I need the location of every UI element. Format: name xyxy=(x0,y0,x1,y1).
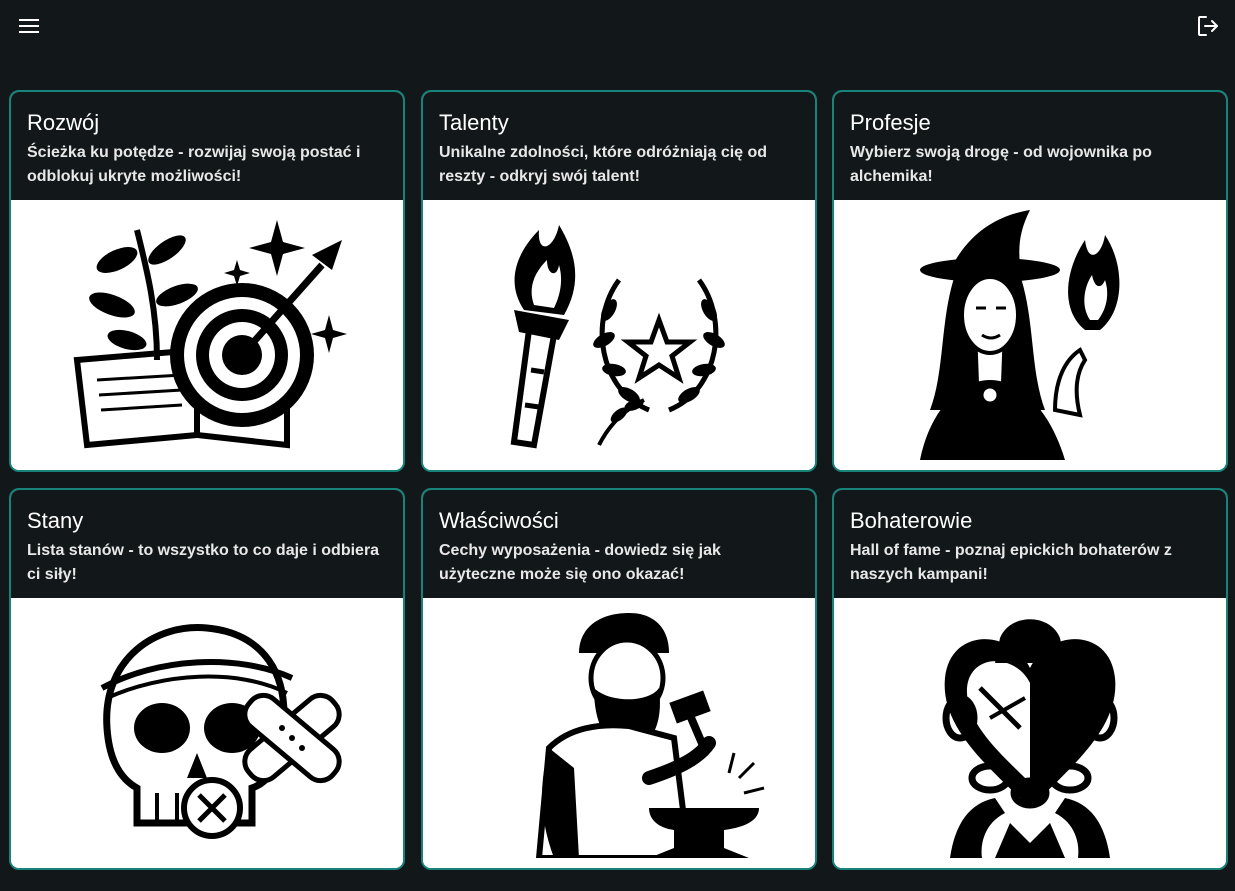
top-bar xyxy=(0,0,1235,52)
card-stany[interactable]: Stany Lista stanów - to wszystko to co d… xyxy=(9,488,405,870)
card-title: Właściwości xyxy=(439,508,559,533)
card-wlasciwosci[interactable]: Właściwości Cechy wyposażenia - dowiedz … xyxy=(421,488,817,870)
card-description: Hall of fame - poznaj epickich bohaterów… xyxy=(850,542,1172,583)
logout-icon xyxy=(1198,16,1218,36)
skull-bandage-illustration xyxy=(100,624,342,839)
card-description: Wybierz swoją drogę - od wojownika po al… xyxy=(850,144,1152,185)
logout-button[interactable] xyxy=(1190,8,1226,44)
heart-chain-illustration xyxy=(942,619,1118,858)
card-header: Talenty Unikalne zdolności, które odróżn… xyxy=(423,92,815,200)
card-title: Rozwój xyxy=(27,110,100,135)
card-bohaterowie[interactable]: Bohaterowie Hall of fame - poznaj epicki… xyxy=(832,488,1228,870)
card-image xyxy=(11,200,403,470)
blacksmith-illustration xyxy=(535,613,765,858)
card-header: Bohaterowie Hall of fame - poznaj epicki… xyxy=(834,490,1226,598)
card-description: Ścieżka ku potędze - rozwijaj swoją post… xyxy=(27,144,361,185)
card-header: Profesje Wybierz swoją drogę - od wojown… xyxy=(834,92,1226,200)
growth-target-illustration xyxy=(73,220,347,449)
card-title: Stany xyxy=(27,508,84,533)
card-description: Lista stanów - to wszystko to co daje i … xyxy=(27,542,380,583)
card-image xyxy=(423,598,815,868)
card-description: Unikalne zdolności, które odróżniają cię… xyxy=(439,144,768,185)
card-rozwoj[interactable]: Rozwój Ścieżka ku potędze - rozwijaj swo… xyxy=(9,90,405,472)
card-header: Stany Lista stanów - to wszystko to co d… xyxy=(11,490,403,598)
card-description: Cechy wyposażenia - dowiedz się jak użyt… xyxy=(439,542,721,583)
card-title: Profesje xyxy=(850,110,931,135)
card-header: Rozwój Ścieżka ku potędze - rozwijaj swo… xyxy=(11,92,403,200)
menu-icon xyxy=(19,19,39,33)
card-image xyxy=(834,200,1226,470)
card-talenty[interactable]: Talenty Unikalne zdolności, które odróżn… xyxy=(421,90,817,472)
card-image xyxy=(834,598,1226,868)
card-title: Bohaterowie xyxy=(850,508,973,533)
card-header: Właściwości Cechy wyposażenia - dowiedz … xyxy=(423,490,815,598)
card-image xyxy=(423,200,815,470)
card-profesje[interactable]: Profesje Wybierz swoją drogę - od wojown… xyxy=(832,90,1228,472)
witch-illustration xyxy=(920,210,1120,460)
torch-laurel-illustration xyxy=(510,225,725,449)
card-title: Talenty xyxy=(439,110,509,135)
menu-button[interactable] xyxy=(11,8,47,44)
card-image xyxy=(11,598,403,868)
